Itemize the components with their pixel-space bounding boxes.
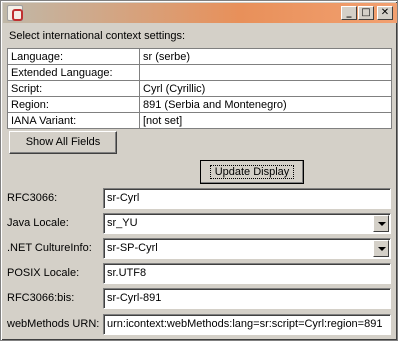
rfc3066-field[interactable]: sr-Cyrl bbox=[103, 188, 391, 209]
posix-locale-field[interactable]: sr.UTF8 bbox=[103, 263, 391, 284]
java-locale-label: Java Locale: bbox=[7, 217, 69, 229]
update-display-label: Update Display bbox=[209, 165, 295, 179]
row-key: Extended Language: bbox=[7, 64, 140, 81]
table-row: Script: Cyrl (Cyrillic) bbox=[7, 80, 392, 97]
table-row: IANA Variant: [not set] bbox=[7, 112, 392, 129]
java-locale-value: sr_YU bbox=[107, 217, 138, 229]
row-value bbox=[139, 64, 392, 81]
context-table: Language: sr (serbe) Extended Language: … bbox=[7, 48, 392, 129]
java-locale-combo[interactable]: sr_YU bbox=[103, 213, 391, 234]
maximize-button[interactable]: □ bbox=[358, 6, 374, 20]
webmethods-urn-field[interactable]: urn:icontext:webMethods:lang=sr:script=C… bbox=[103, 314, 391, 335]
update-display-button[interactable]: Update Display bbox=[200, 160, 304, 184]
row-key: Script: bbox=[7, 80, 140, 97]
net-culture-combo[interactable]: sr-SP-Cyrl bbox=[103, 238, 391, 259]
main-window: _ □ ✕ Select international context setti… bbox=[0, 0, 398, 341]
chevron-down-icon[interactable] bbox=[373, 215, 389, 232]
posix-locale-label: POSIX Locale: bbox=[7, 267, 80, 279]
row-value: 891 (Serbia and Montenegro) bbox=[139, 96, 392, 113]
minimize-button[interactable]: _ bbox=[341, 6, 357, 20]
row-value: sr (serbe) bbox=[139, 48, 392, 65]
app-icon[interactable] bbox=[7, 5, 23, 21]
net-culture-label: .NET CultureInfo: bbox=[7, 242, 92, 254]
webmethods-urn-label: webMethods URN: bbox=[7, 318, 100, 330]
row-key: IANA Variant: bbox=[7, 112, 140, 129]
intro-label: Select international context settings: bbox=[9, 30, 186, 42]
close-button[interactable]: ✕ bbox=[377, 6, 393, 20]
rfc3066bis-field[interactable]: sr-Cyrl-891 bbox=[103, 288, 391, 309]
show-all-fields-button[interactable]: Show All Fields bbox=[9, 131, 117, 154]
net-culture-value: sr-SP-Cyrl bbox=[107, 242, 158, 254]
chevron-down-icon[interactable] bbox=[373, 240, 389, 257]
row-value: Cyrl (Cyrillic) bbox=[139, 80, 392, 97]
table-row: Extended Language: bbox=[7, 64, 392, 81]
row-value: [not set] bbox=[139, 112, 392, 129]
rfc3066-label: RFC3066: bbox=[7, 192, 58, 204]
title-bar[interactable]: _ □ ✕ bbox=[3, 3, 397, 23]
table-row: Language: sr (serbe) bbox=[7, 48, 392, 65]
row-key: Region: bbox=[7, 96, 140, 113]
rfc3066bis-label: RFC3066:bis: bbox=[7, 292, 75, 304]
table-row: Region: 891 (Serbia and Montenegro) bbox=[7, 96, 392, 113]
row-key: Language: bbox=[7, 48, 140, 65]
